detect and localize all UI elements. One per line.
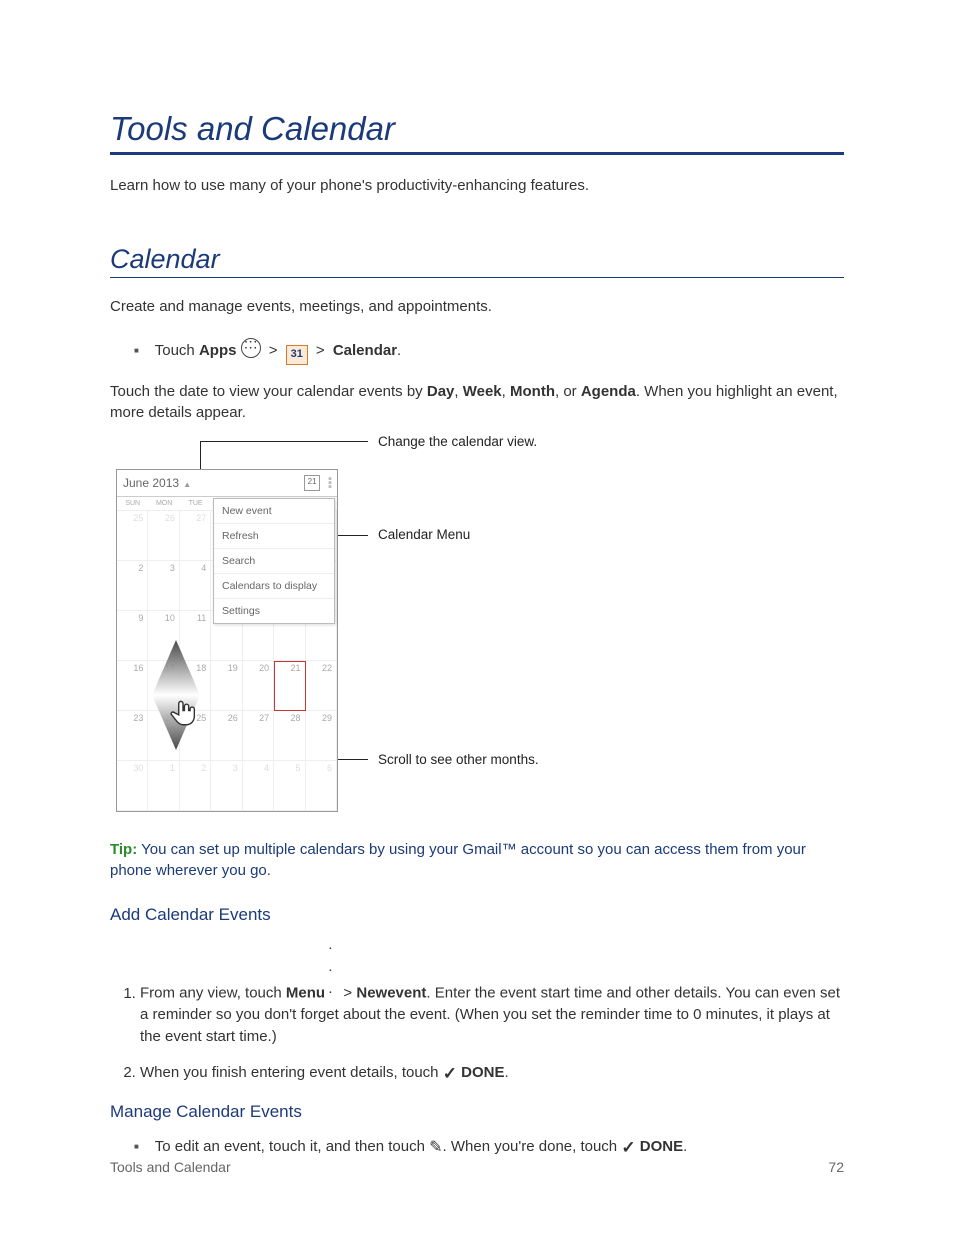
check-icon: ✓ — [443, 1062, 457, 1087]
intro-text: Learn how to use many of your phone's pr… — [110, 177, 844, 194]
page-title: Tools and Calendar — [110, 110, 844, 155]
today-icon[interactable]: 21 — [304, 475, 320, 491]
heading-add-calendar-events: Add Calendar Events — [110, 905, 844, 925]
view-modes-paragraph: Touch the date to view your calendar eve… — [110, 381, 844, 423]
apps-label: Apps — [199, 342, 237, 359]
footer-section: Tools and Calendar — [110, 1159, 231, 1175]
overflow-menu-icon[interactable]: ▪▪▪ — [328, 477, 331, 489]
tip-paragraph: Tip: You can set up multiple calendars b… — [110, 839, 844, 881]
check-icon: ✓ — [621, 1138, 635, 1158]
menu-search[interactable]: Search — [214, 549, 334, 574]
section-calendar-heading: Calendar — [110, 244, 844, 278]
manage-step: To edit an event, touch it, and then tou… — [134, 1136, 844, 1156]
calendar-header[interactable]: June 2013 ▲ 21 ▪▪▪ — [117, 470, 337, 497]
pencil-icon: ✎ — [429, 1137, 442, 1157]
add-step-2: When you finish entering event details, … — [140, 1060, 844, 1085]
label-scroll-months: Scroll to see other months. — [378, 752, 539, 767]
calendar-label: Calendar — [333, 342, 397, 359]
heading-manage-calendar-events: Manage Calendar Events — [110, 1102, 844, 1122]
dropdown-indicator-icon: ▲ — [179, 480, 191, 489]
overflow-menu-popup: New event Refresh Search Calendars to di… — [213, 498, 335, 624]
menu-settings[interactable]: Settings — [214, 599, 334, 623]
touch-apps-step: Touch Apps > 31 > Calendar. — [134, 335, 844, 363]
menu-dots-icon — [329, 935, 339, 1000]
calendar-intro: Create and manage events, meetings, and … — [110, 296, 844, 317]
footer-page-number: 72 — [828, 1159, 844, 1175]
add-step-1: From any view, touch Menu > Newevent. En… — [140, 939, 844, 1048]
calendar-31-icon: 31 — [286, 345, 308, 365]
menu-refresh[interactable]: Refresh — [214, 524, 334, 549]
menu-calendars-to-display[interactable]: Calendars to display — [214, 574, 334, 599]
apps-grid-icon — [241, 338, 261, 358]
menu-new-event[interactable]: New event — [214, 499, 334, 524]
calendar-screenshot-figure: Change the calendar view. Calendar Menu … — [116, 441, 844, 811]
label-calendar-menu: Calendar Menu — [378, 527, 470, 542]
label-change-view: Change the calendar view. — [378, 434, 537, 449]
